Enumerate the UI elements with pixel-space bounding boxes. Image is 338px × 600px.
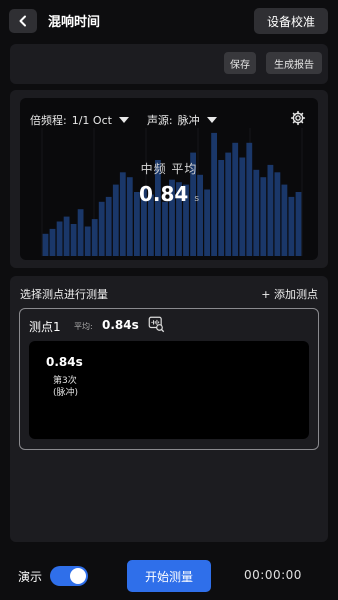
save-button[interactable]: 保存 [224, 52, 256, 74]
timer: 00:00:00 [244, 568, 302, 582]
chart-bar [49, 228, 56, 256]
measure-panel: 选择测点进行测量 + 添加测点 测点1 平均: 0.84s 0.84s 第3次 … [10, 276, 328, 542]
back-button[interactable] [9, 9, 37, 33]
measurement-detail: 0.84s 第3次 (脉冲) [29, 341, 309, 439]
average-unit: s [194, 194, 200, 204]
detail-source: (脉冲) [53, 388, 79, 398]
caret-down-icon [206, 117, 217, 123]
source-value: 脉冲 [177, 114, 200, 127]
header: 混响时间 设备校准 [0, 0, 338, 42]
octave-dropdown[interactable]: 倍频程: 1/1 Oct [30, 112, 129, 128]
start-measure-button[interactable]: 开始测量 [127, 560, 211, 592]
add-point-button[interactable]: + 添加测点 [261, 286, 318, 302]
chart-bar [267, 164, 274, 256]
caret-down-icon [118, 117, 129, 123]
average-value: 0.84 s [20, 182, 318, 206]
demo-label: 演示 [18, 570, 43, 584]
source-dropdown[interactable]: 声源: 脉冲 [147, 112, 217, 128]
measure-title: 选择测点进行测量 [20, 288, 108, 301]
audio-search-icon[interactable] [148, 316, 165, 333]
chart-controls: 倍频程: 1/1 Oct 声源: 脉冲 [30, 112, 217, 128]
chart-bar [70, 224, 77, 256]
toggle-knob [70, 568, 86, 584]
chart-bar [91, 219, 98, 256]
detail-value: 0.84s [46, 355, 83, 369]
reverb-chart: 倍频程: 1/1 Oct 声源: 脉冲 中频 平均 0.84 s [20, 98, 318, 260]
point-name: 测点1 [29, 320, 61, 334]
chart-bar [98, 201, 105, 256]
generate-report-button[interactable]: 生成报告 [266, 52, 322, 74]
chart-bar [42, 233, 49, 256]
gear-icon[interactable] [290, 110, 306, 126]
chevron-left-icon [19, 15, 26, 27]
band-label: 中频 平均 [140, 162, 198, 176]
page-title: 混响时间 [48, 15, 101, 30]
chart-bar [84, 226, 91, 256]
demo-toggle[interactable] [50, 566, 88, 586]
measure-point-card[interactable]: 测点1 平均: 0.84s 0.84s 第3次 (脉冲) [19, 308, 319, 450]
chart-bar [56, 221, 63, 256]
action-toolbar: 保存 生成报告 [10, 44, 328, 84]
point-avg-value: 0.84s [102, 318, 139, 332]
point-avg-label: 平均: [74, 322, 93, 331]
chart-panel: 倍频程: 1/1 Oct 声源: 脉冲 中频 平均 0.84 s [10, 90, 328, 268]
source-label: 声源: [146, 114, 173, 127]
chart-bar [162, 201, 168, 256]
octave-label: 倍频程: [30, 114, 67, 127]
average-number: 0.84 [138, 182, 189, 206]
calibrate-button[interactable]: 设备校准 [254, 8, 328, 34]
chart-bar [63, 216, 70, 256]
chart-bar [77, 209, 84, 256]
octave-value: 1/1 Oct [71, 113, 112, 127]
